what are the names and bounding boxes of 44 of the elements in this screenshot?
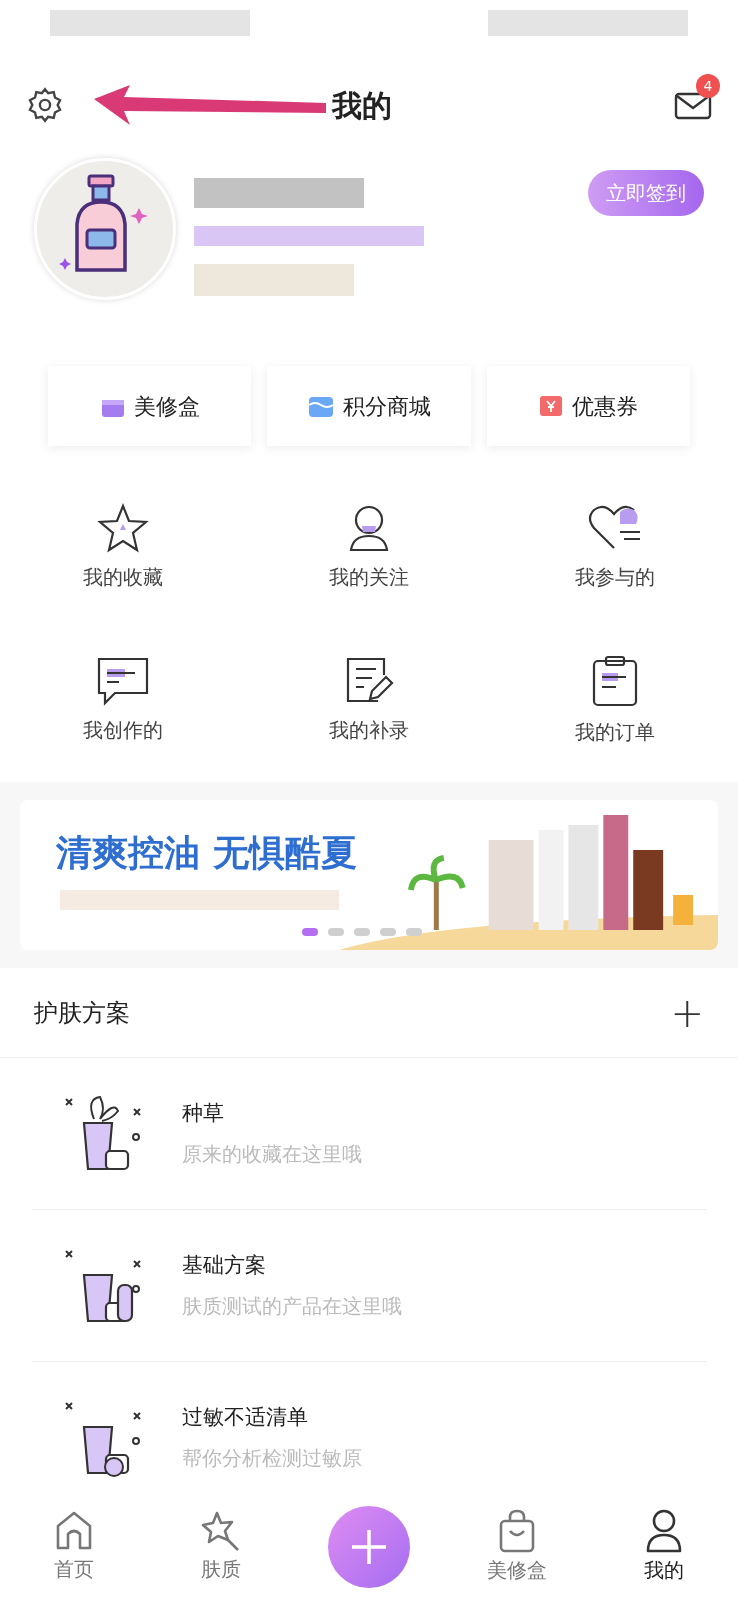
feature-item[interactable]: 我的订单 — [492, 655, 738, 782]
plan-subtitle: 肤质测试的产品在这里哦 — [182, 1293, 402, 1321]
settings-icon[interactable] — [26, 86, 64, 124]
plus-icon — [350, 1528, 388, 1566]
page-title: 我的 — [332, 86, 392, 125]
banner-headline: 清爽控油 无惧酷夏 — [56, 831, 357, 875]
shortcut-card[interactable]: 积分商城 — [267, 366, 471, 446]
plan-title: 过敏不适清单 — [182, 1403, 309, 1431]
feature-item[interactable]: 我的补录 — [246, 655, 492, 782]
feature-item[interactable]: 我的收藏 — [0, 502, 246, 627]
feature-label: 我的关注 — [329, 564, 409, 591]
plan-subtitle: 原来的收藏在这里哦 — [182, 1141, 362, 1169]
feature-label: 我的补录 — [329, 717, 409, 744]
feature-label: 我参与的 — [575, 564, 655, 591]
tab-item[interactable]: 首页 — [0, 1510, 148, 1584]
tab-label: 我的 — [644, 1557, 685, 1584]
shortcut-card[interactable]: 优惠券 — [486, 366, 690, 446]
tab-label: 肤质 — [201, 1556, 242, 1583]
feature-item[interactable]: 我参与的 — [492, 502, 738, 627]
tab-label: 首页 — [53, 1556, 94, 1583]
feature-label: 我的订单 — [575, 719, 655, 746]
notification-badge: 4 — [696, 74, 720, 98]
feature-item[interactable]: 我的关注 — [246, 502, 492, 627]
shortcut-card[interactable]: 美修盒 — [48, 366, 252, 446]
feature-label: 我创作的 — [83, 717, 163, 744]
shortcut-label: 美修盒 — [133, 392, 200, 421]
tab-item[interactable]: 美修盒 — [442, 1509, 591, 1585]
shortcut-label: 优惠券 — [572, 392, 639, 421]
add-button[interactable]: + — [670, 982, 704, 1043]
chat-icon — [95, 655, 151, 707]
star-icon — [95, 502, 151, 554]
tab-item[interactable]: 我的 — [590, 1509, 738, 1585]
plan-subtitle: 帮你分析检测过敏原 — [182, 1445, 362, 1473]
plan-title: 种草 — [182, 1099, 225, 1127]
feature-item[interactable]: 我创作的 — [0, 655, 246, 782]
shortcut-label: 积分商城 — [343, 392, 431, 421]
plan-title: 基础方案 — [182, 1251, 267, 1279]
mail-icon[interactable] — [674, 90, 712, 120]
tab-item[interactable]: 肤质 — [147, 1510, 296, 1584]
feature-label: 我的收藏 — [83, 564, 163, 591]
coupon-icon — [538, 393, 565, 419]
section-title: 护肤方案 — [34, 997, 130, 1029]
tab-label: 美修盒 — [486, 1557, 547, 1584]
clipboard-icon — [590, 655, 640, 709]
